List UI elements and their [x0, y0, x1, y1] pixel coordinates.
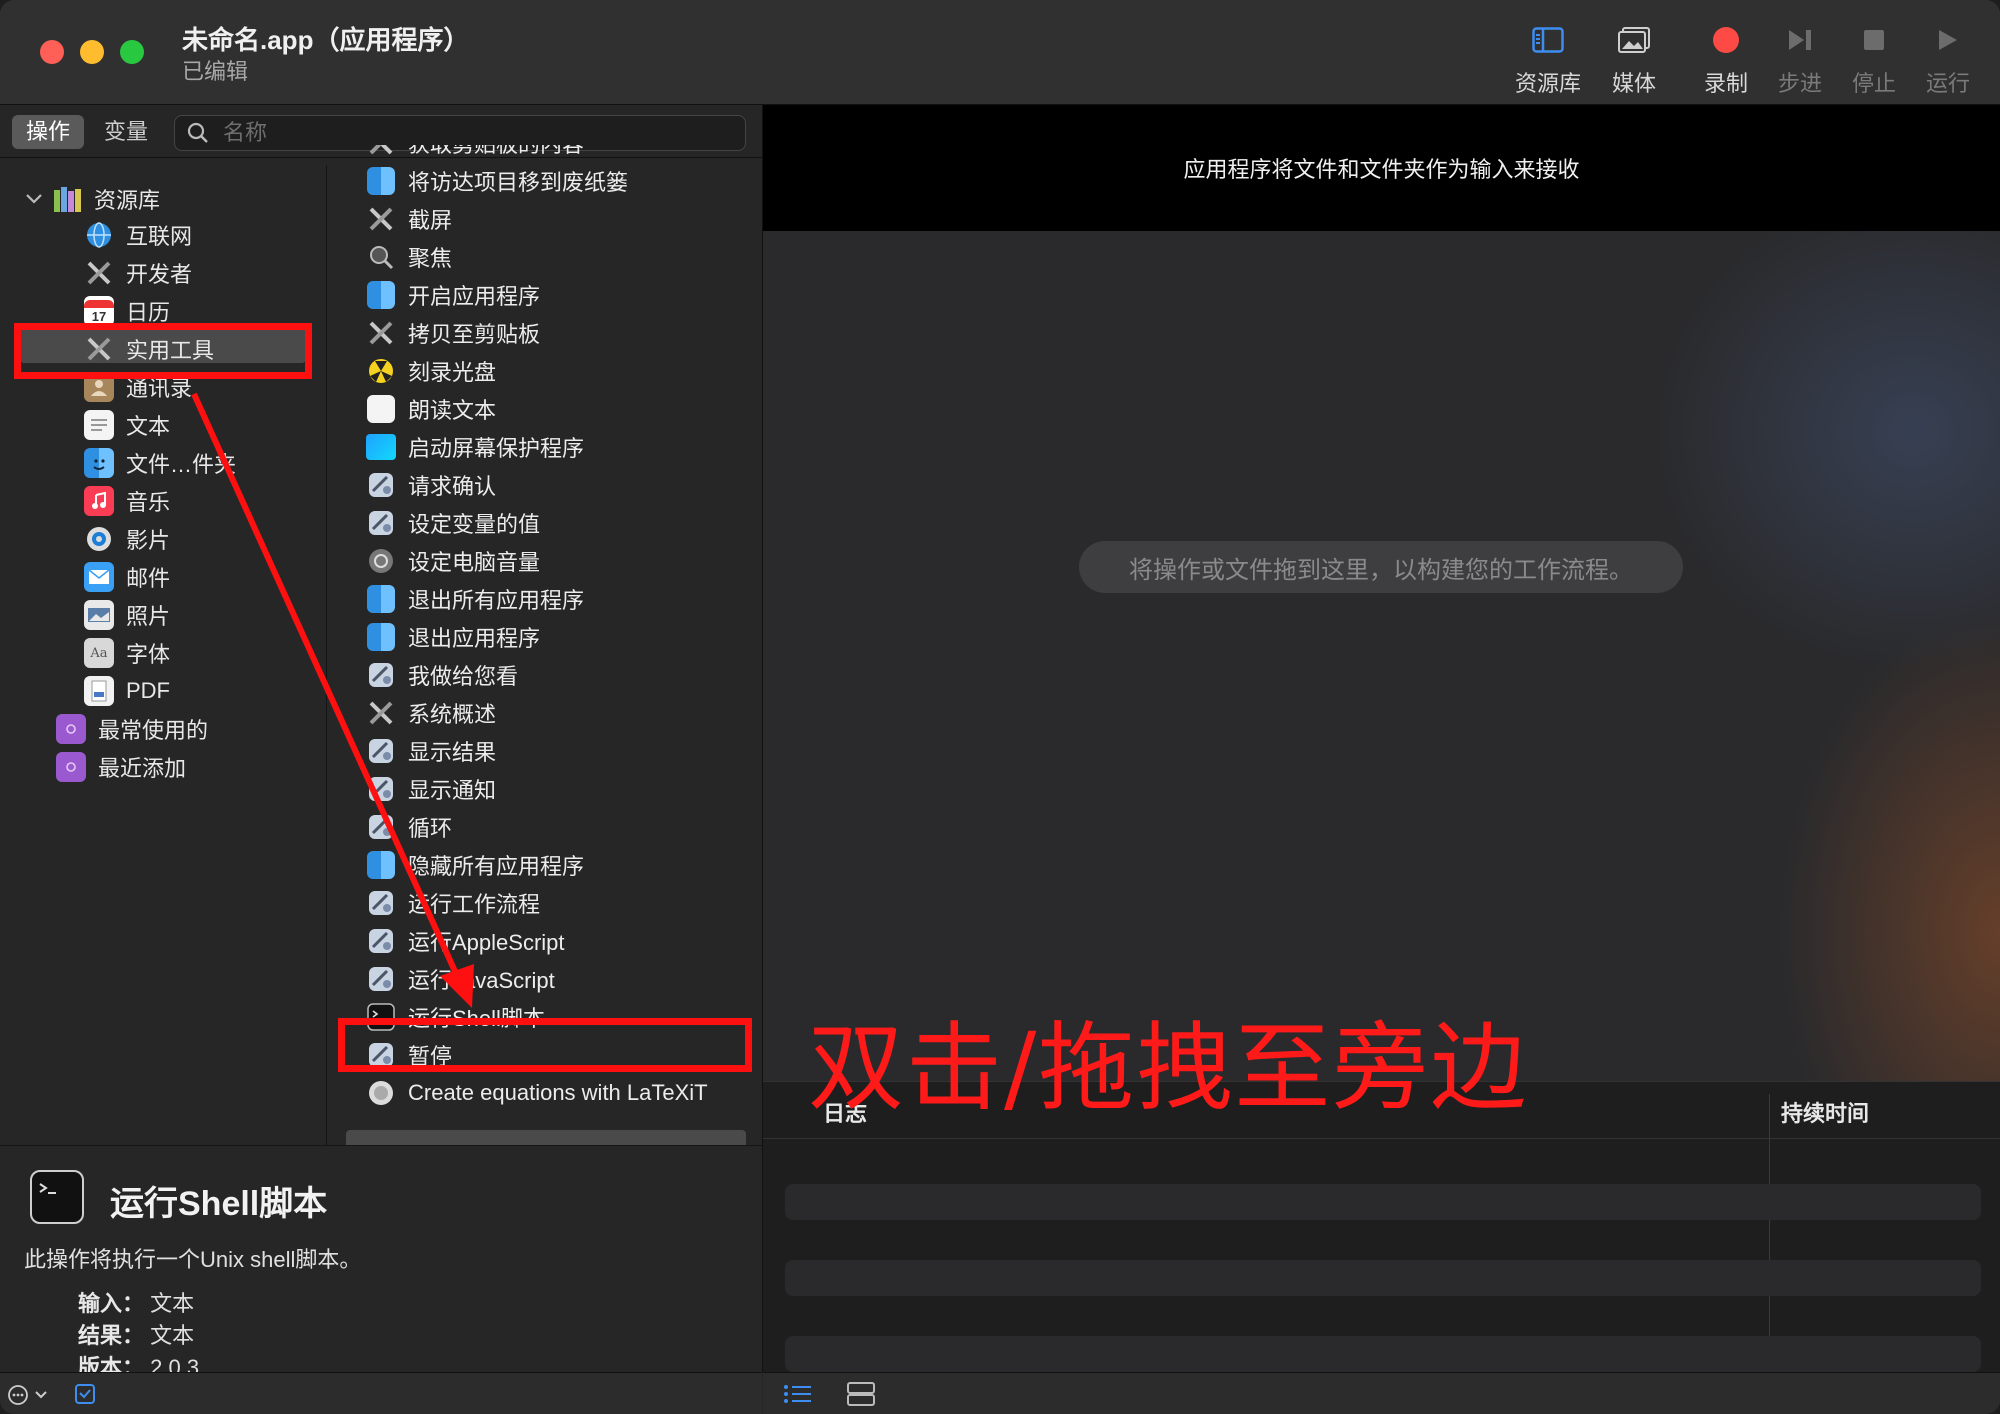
- automator-window: 未命名.app（应用程序） 已编辑 资源库 媒体 录制 步进 停止 运行 操作 …: [0, 0, 2000, 1414]
- annotation-arrow: [191, 392, 474, 1008]
- annotation-text: 双击/拖拽至旁边: [808, 1012, 1529, 1124]
